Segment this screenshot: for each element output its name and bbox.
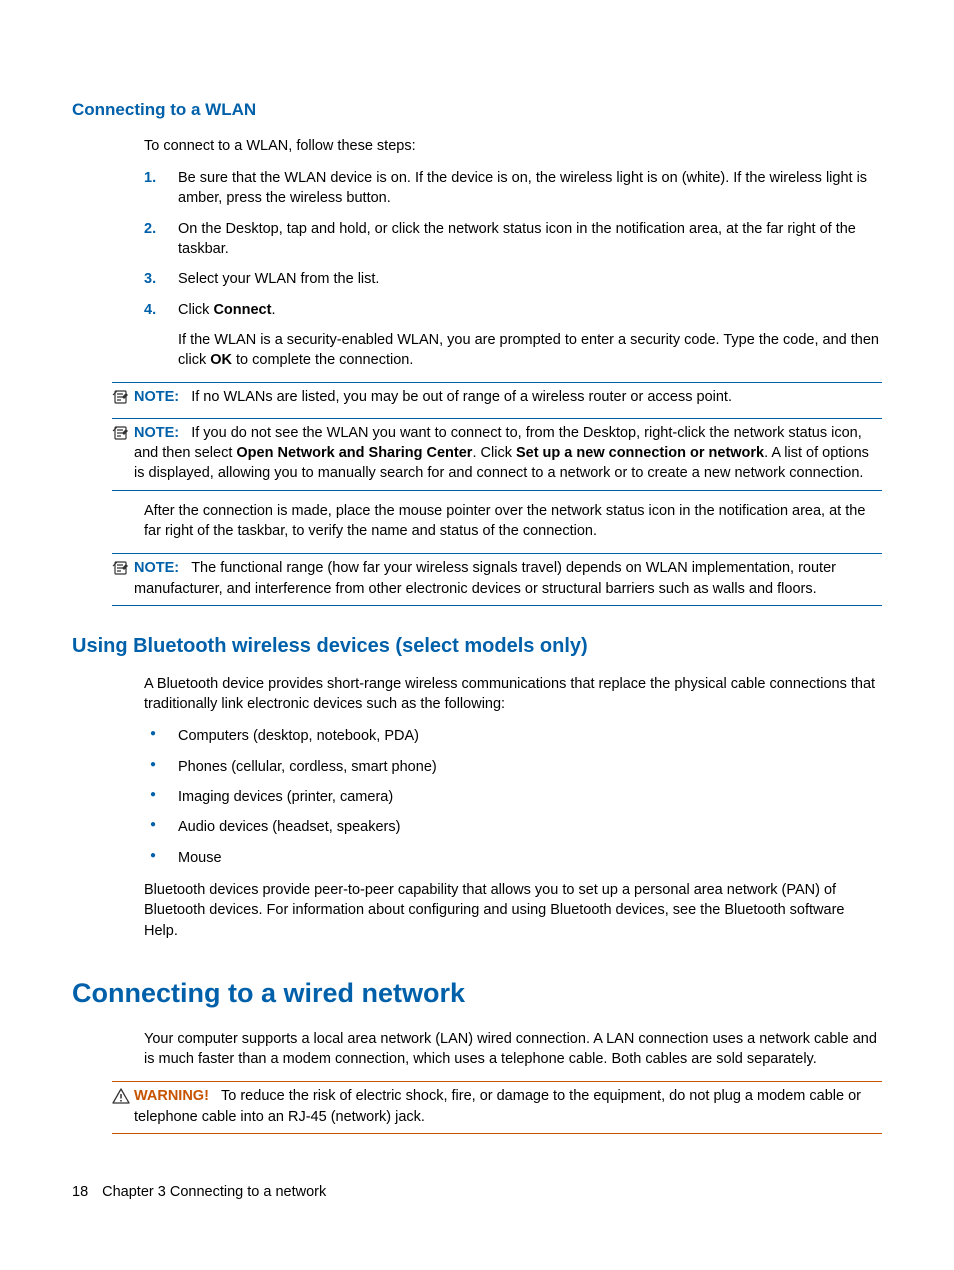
- steps-list: 1. Be sure that the WLAN device is on. I…: [144, 168, 882, 370]
- note-icon: [112, 389, 132, 411]
- list-item: Computers (desktop, notebook, PDA): [144, 726, 882, 746]
- note-content: NOTE: If no WLANs are listed, you may be…: [134, 387, 882, 407]
- warning-content: WARNING! To reduce the risk of electric …: [134, 1086, 882, 1127]
- warning-text: To reduce the risk of electric shock, fi…: [134, 1088, 861, 1124]
- step-number: 1.: [144, 168, 156, 188]
- note-icon: [112, 560, 132, 582]
- step-text: Select your WLAN from the list.: [178, 271, 379, 287]
- list-item: Phones (cellular, cordless, smart phone): [144, 757, 882, 777]
- note-label: NOTE:: [134, 389, 179, 405]
- step-3: 3. Select your WLAN from the list.: [144, 269, 882, 289]
- note-box: NOTE: The functional range (how far your…: [112, 553, 882, 606]
- step-number: 4.: [144, 300, 156, 320]
- list-item: Imaging devices (printer, camera): [144, 787, 882, 807]
- note-content: NOTE: If you do not see the WLAN you wan…: [134, 423, 882, 484]
- page-number: 18: [72, 1184, 88, 1200]
- step-text: On the Desktop, tap and hold, or click t…: [178, 221, 856, 257]
- step-4: 4. Click Connect. If the WLAN is a secur…: [144, 300, 882, 371]
- note-content: NOTE: The functional range (how far your…: [134, 558, 882, 599]
- note-icon: [112, 425, 132, 447]
- note-label: NOTE:: [134, 425, 179, 441]
- step-number: 3.: [144, 269, 156, 289]
- bluetooth-outro: Bluetooth devices provide peer-to-peer c…: [144, 880, 882, 941]
- note-text: If no WLANs are listed, you may be out o…: [191, 389, 732, 405]
- step-2: 2. On the Desktop, tap and hold, or clic…: [144, 219, 882, 260]
- chapter-label: Chapter 3 Connecting to a network: [102, 1184, 326, 1200]
- wired-intro: Your computer supports a local area netw…: [144, 1029, 882, 1070]
- heading-connecting-wlan: Connecting to a WLAN: [72, 98, 882, 122]
- step-subtext: If the WLAN is a security-enabled WLAN, …: [178, 330, 882, 371]
- warning-box: WARNING! To reduce the risk of electric …: [112, 1081, 882, 1134]
- note-box: NOTE: If you do not see the WLAN you wan…: [112, 419, 882, 491]
- after-text: After the connection is made, place the …: [144, 501, 882, 542]
- warning-label: WARNING!: [134, 1088, 209, 1104]
- warning-icon: [112, 1088, 132, 1110]
- heading-bluetooth: Using Bluetooth wireless devices (select…: [72, 632, 882, 660]
- page-footer: 18 Chapter 3 Connecting to a network: [72, 1182, 326, 1202]
- note-box: NOTE: If no WLANs are listed, you may be…: [112, 382, 882, 418]
- bluetooth-intro: A Bluetooth device provides short-range …: [144, 674, 882, 715]
- step-text: Be sure that the WLAN device is on. If t…: [178, 170, 867, 206]
- bluetooth-bullets: Computers (desktop, notebook, PDA) Phone…: [144, 726, 882, 867]
- heading-wired: Connecting to a wired network: [72, 975, 882, 1013]
- step-number: 2.: [144, 219, 156, 239]
- note-label: NOTE:: [134, 560, 179, 576]
- step-text: Click Connect.: [178, 302, 275, 318]
- intro-text: To connect to a WLAN, follow these steps…: [144, 136, 882, 156]
- list-item: Mouse: [144, 848, 882, 868]
- step-1: 1. Be sure that the WLAN device is on. I…: [144, 168, 882, 209]
- note-text: If you do not see the WLAN you want to c…: [134, 425, 869, 482]
- note-text: The functional range (how far your wirel…: [134, 560, 836, 596]
- list-item: Audio devices (headset, speakers): [144, 817, 882, 837]
